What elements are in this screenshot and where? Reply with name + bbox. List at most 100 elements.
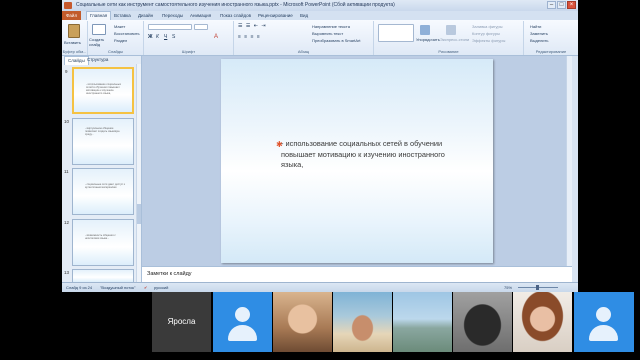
group-label: Редактирование xyxy=(535,49,567,54)
arrange-button[interactable]: Упорядочить xyxy=(416,37,440,42)
participant-tile[interactable] xyxy=(574,292,634,352)
spellcheck-icon[interactable]: ✔ xyxy=(144,283,147,292)
participant-video[interactable] xyxy=(333,292,392,352)
group-font: Ж К Ч S A Шрифт xyxy=(144,21,234,55)
tab-home[interactable]: Главная xyxy=(86,11,112,20)
slide-number: 9 xyxy=(65,69,68,74)
group-label: Рисование xyxy=(438,49,459,54)
group-slides: Создать слайд Макет Восстановить Раздел … xyxy=(88,21,144,55)
tab-transitions[interactable]: Переходы xyxy=(162,11,183,20)
paste-button[interactable]: Вставить xyxy=(64,40,81,45)
user-avatar-icon xyxy=(235,307,250,322)
group-clipboard: Вставить Буфер обм... xyxy=(62,21,88,55)
editor-scrollbar[interactable] xyxy=(566,56,572,266)
participant-video[interactable] xyxy=(273,292,332,352)
slide-thumbnail[interactable]: 12 - возможность общения с носителями яз… xyxy=(64,219,134,266)
quick-styles-button[interactable]: Экспресс-стили xyxy=(440,37,469,42)
text-direction-button[interactable]: Направление текста xyxy=(312,24,350,29)
group-label: Буфер обм... xyxy=(62,49,87,54)
tab-outline[interactable]: Структура xyxy=(84,56,111,64)
section-button[interactable]: Раздел xyxy=(114,38,127,43)
new-slide-button[interactable]: Создать слайд xyxy=(89,37,111,47)
ribbon: Вставить Буфер обм... Создать слайд Маке… xyxy=(62,20,578,56)
zoom-level[interactable]: 75% xyxy=(504,283,512,292)
shapes-gallery[interactable] xyxy=(378,24,414,42)
slide-body-text[interactable]: - использование социальных сетей в обуче… xyxy=(281,139,461,171)
bold-icon[interactable]: Ж xyxy=(148,35,153,40)
align-text-button[interactable]: Выровнять текст xyxy=(312,31,343,36)
slide-number: 12 xyxy=(64,220,70,225)
tab-view[interactable]: Вид xyxy=(300,11,308,20)
slide-thumbnail[interactable]: 9 - использование социальных сетей в обу… xyxy=(65,67,134,114)
group-paragraph: ☰ ☰ ⇤ ⇥ ≡ ≡ ≡ ≡ Направление текста Выров… xyxy=(234,21,374,55)
slide-number: 11 xyxy=(64,169,69,174)
participant-video[interactable] xyxy=(513,292,572,352)
shape-effects-button[interactable]: Эффекты фигуры xyxy=(472,38,505,43)
replace-button[interactable]: Заменить xyxy=(530,31,548,36)
group-drawing: Упорядочить Экспресс-стили Заливка фигур… xyxy=(374,21,524,55)
list-icons[interactable]: ☰ ☰ ⇤ ⇥ xyxy=(238,24,267,29)
pane-tabs: Слайды Структура xyxy=(62,56,142,65)
font-name-field[interactable] xyxy=(148,24,192,30)
powerpoint-logo-icon xyxy=(64,2,72,9)
quick-styles-icon xyxy=(446,25,456,35)
reset-button[interactable]: Восстановить xyxy=(114,31,140,36)
select-button[interactable]: Выделить xyxy=(530,38,548,43)
slide-thumbnail-text: - возможность общения с носителями языка… xyxy=(85,234,116,240)
align-icons[interactable]: ≡ ≡ ≡ ≡ xyxy=(238,35,261,40)
group-label: Шрифт xyxy=(181,49,196,54)
window-controls: – □ × xyxy=(547,1,576,10)
tab-review[interactable]: Рецензирование xyxy=(258,11,293,20)
slide-editor: ✱ - использование социальных сетей в обу… xyxy=(142,56,572,266)
participant-tile[interactable] xyxy=(213,292,272,352)
find-button[interactable]: Найти xyxy=(530,24,541,29)
tab-animations[interactable]: Анимация xyxy=(190,11,211,20)
close-icon[interactable]: × xyxy=(567,1,576,9)
window-title: Социальные сети как инструмент самостоят… xyxy=(76,2,395,8)
tab-file[interactable]: Файл xyxy=(62,11,82,20)
slide-thumbnail[interactable]: 13 xyxy=(64,269,134,282)
italic-icon[interactable]: К xyxy=(156,35,159,40)
slide-thumbnail[interactable]: 11 - социальные сети дают доступ к аутен… xyxy=(64,168,134,215)
slide-counter: Слайд 9 из 24 xyxy=(66,285,93,290)
slide-thumbnail[interactable]: 10 - виртуальное общение позволяет созда… xyxy=(64,118,134,165)
language-indicator[interactable]: русский xyxy=(154,283,168,292)
participant-video[interactable] xyxy=(453,292,512,352)
notes-pane[interactable]: Заметки к слайду xyxy=(142,266,572,282)
shape-fill-button[interactable]: Заливка фигуры xyxy=(472,24,503,29)
current-slide[interactable]: ✱ - использование социальных сетей в обу… xyxy=(221,59,493,263)
user-avatar-icon xyxy=(596,307,611,322)
minimize-icon[interactable]: – xyxy=(547,1,556,9)
maximize-icon[interactable]: □ xyxy=(557,1,566,9)
tab-slideshow[interactable]: Показ слайдов xyxy=(220,11,251,20)
font-color-icon[interactable]: A xyxy=(214,34,218,40)
video-call-strip: Яросла xyxy=(0,292,640,360)
participant-video[interactable] xyxy=(393,292,452,352)
group-label: Слайды xyxy=(108,49,123,54)
group-editing: Найти Заменить Выделить Редактирование xyxy=(524,21,578,55)
title-bar: Социальные сети как инструмент самостоят… xyxy=(62,0,578,11)
shadow-icon[interactable]: S xyxy=(172,35,175,40)
layout-button[interactable]: Макет xyxy=(114,24,125,29)
slide-thumbnail-text: - социальные сети дают доступ к аутентич… xyxy=(85,183,125,189)
new-slide-icon xyxy=(92,24,106,35)
arrange-icon xyxy=(420,25,430,35)
smartart-button[interactable]: Преобразовать в SmartArt xyxy=(312,38,361,43)
font-size-field[interactable] xyxy=(194,24,208,30)
participant-tile[interactable]: Яросла xyxy=(152,292,211,352)
slide-number: 13 xyxy=(64,270,70,275)
video-frame xyxy=(393,292,452,352)
slide-thumbnail-text: - виртуальное общение позволяет создать … xyxy=(85,127,120,136)
tab-insert[interactable]: Вставка xyxy=(114,11,131,20)
video-frame xyxy=(453,292,512,352)
notes-placeholder: Заметки к слайду xyxy=(147,271,192,277)
pane-scrollbar[interactable] xyxy=(136,64,141,282)
shape-outline-button[interactable]: Контур фигуры xyxy=(472,31,500,36)
video-frame xyxy=(513,292,572,352)
underline-icon[interactable]: Ч xyxy=(164,35,167,40)
theme-name: "Воздушный поток" xyxy=(100,285,136,290)
slides-pane: Слайды Структура 9 - использование социа… xyxy=(62,56,142,282)
video-frame xyxy=(333,292,392,352)
zoom-slider-knob[interactable] xyxy=(536,285,539,290)
tab-design[interactable]: Дизайн xyxy=(138,11,153,20)
